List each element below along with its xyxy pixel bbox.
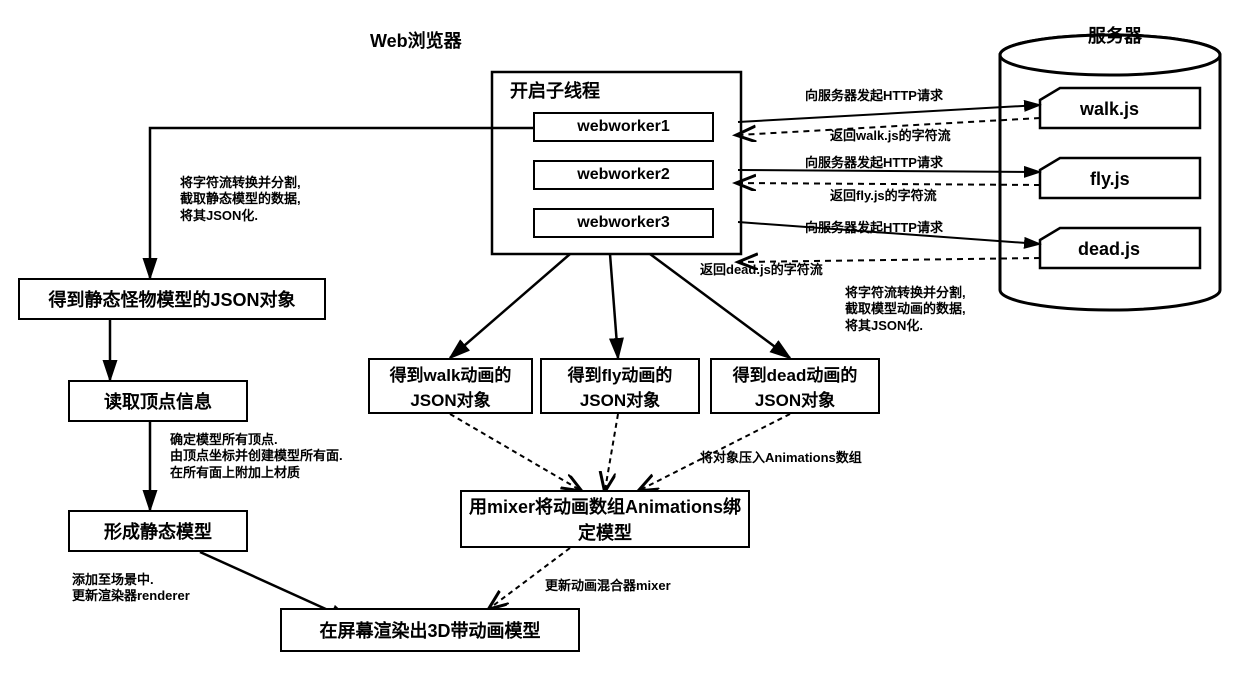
split-static-note: 将字符流转换并分割, 截取静态模型的数据, 将其JSON化. <box>180 175 301 224</box>
thread-title: 开启子线程 <box>510 80 600 103</box>
split-anim-note: 将字符流转换并分割, 截取模型动画的数据, 将其JSON化. <box>845 285 966 334</box>
walk-json-box: 得到walk动画的JSON对象 <box>368 358 533 414</box>
render-3d-box: 在屏幕渲染出3D带动画模型 <box>280 608 580 652</box>
webworker1-box: webworker1 <box>533 112 714 142</box>
fly-json-box: 得到fly动画的JSON对象 <box>540 358 700 414</box>
form-static-box: 形成静态模型 <box>68 510 248 552</box>
walk-js-label: walk.js <box>1080 98 1139 121</box>
dead-js-label: dead.js <box>1078 238 1140 261</box>
server-label: 服务器 <box>1088 25 1142 48</box>
ret-fly: 返回fly.js的字符流 <box>830 188 937 204</box>
ret-dead: 返回dead.js的字符流 <box>700 262 823 278</box>
read-vertex-box: 读取顶点信息 <box>68 380 248 422</box>
http-req-3: 向服务器发起HTTP请求 <box>805 220 943 236</box>
http-req-2: 向服务器发起HTTP请求 <box>805 155 943 171</box>
web-browser-label: Web浏览器 <box>370 30 462 53</box>
add-scene-note: 添加至场景中. 更新渲染器renderer <box>72 572 190 605</box>
dead-json-box: 得到dead动画的JSON对象 <box>710 358 880 414</box>
update-mixer-note: 更新动画混合器mixer <box>545 578 671 594</box>
http-req-1: 向服务器发起HTTP请求 <box>805 88 943 104</box>
webworker2-box: webworker2 <box>533 160 714 190</box>
webworker3-box: webworker3 <box>533 208 714 238</box>
ret-walk: 返回walk.js的字符流 <box>830 128 951 144</box>
fly-js-label: fly.js <box>1090 168 1130 191</box>
mixer-box: 用mixer将动画数组Animations绑定模型 <box>460 490 750 548</box>
vertex-note: 确定模型所有顶点. 由顶点坐标并创建模型所有面. 在所有面上附加上材质 <box>170 432 343 481</box>
static-json-box: 得到静态怪物模型的JSON对象 <box>18 278 326 320</box>
push-anim-note: 将对象压入Animations数组 <box>700 450 862 466</box>
